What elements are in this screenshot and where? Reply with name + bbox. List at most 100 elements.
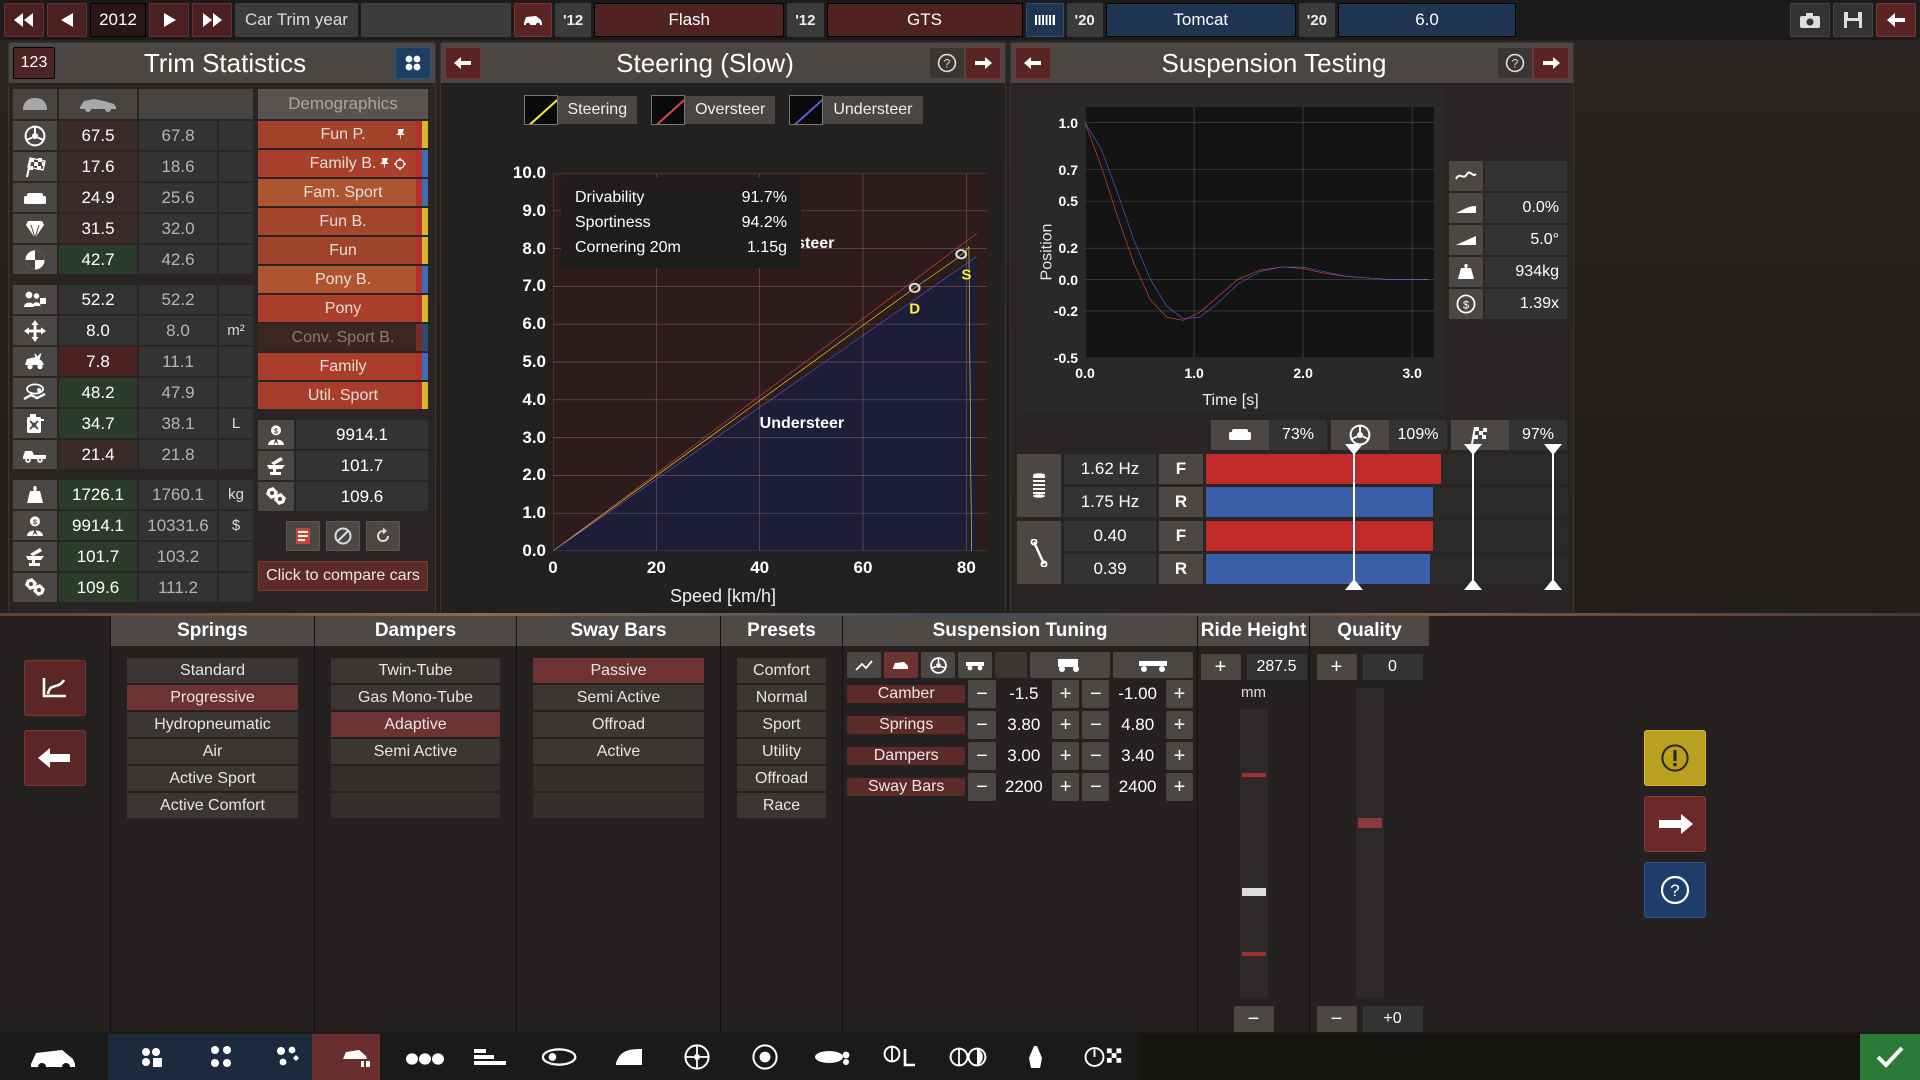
demographic-row[interactable]: Family — [258, 353, 428, 380]
stat-row[interactable]: 8.08.0m² — [13, 316, 253, 345]
tuning-front-plus[interactable]: + — [1052, 711, 1079, 739]
option-presets[interactable]: Sport — [737, 712, 826, 737]
camera-icon[interactable] — [1790, 3, 1830, 37]
stat-row[interactable]: 42.742.6 — [13, 245, 253, 274]
steering-forward-button[interactable] — [965, 47, 1001, 79]
trim-compare-icon[interactable] — [395, 47, 431, 79]
stat-row[interactable]: 1726.11760.1kg — [13, 480, 253, 509]
suspension-help-button[interactable]: ? — [1497, 47, 1533, 79]
option-springs[interactable]: Air — [127, 739, 298, 764]
pin-icon[interactable] — [379, 157, 390, 170]
ride-height-slider[interactable] — [1240, 709, 1268, 998]
quality-plus[interactable]: + — [1317, 654, 1357, 680]
demographic-row[interactable]: Fun P. — [258, 121, 428, 148]
pin-icon[interactable] — [395, 128, 406, 141]
demographic-row[interactable]: Fam. Sport — [258, 179, 428, 206]
back-nav-button[interactable] — [24, 730, 86, 786]
tuning-rear-minus[interactable]: − — [1082, 711, 1109, 739]
legend-item[interactable]: Steering — [524, 95, 638, 125]
taskbar-home-tab[interactable] — [0, 1034, 120, 1080]
option-presets[interactable]: Offroad — [737, 766, 826, 791]
demographic-row[interactable]: Family B. — [258, 150, 428, 177]
confirm-button[interactable] — [1860, 1034, 1920, 1080]
option-springs[interactable]: Active Comfort — [127, 793, 298, 818]
ride-height-minus[interactable]: − — [1234, 1006, 1274, 1032]
option-presets[interactable]: Utility — [737, 739, 826, 764]
tuning-rear-minus[interactable]: − — [1082, 680, 1109, 708]
tuning-front-minus[interactable]: − — [968, 742, 995, 770]
suspension-nav-icon[interactable] — [24, 660, 86, 716]
option-presets[interactable]: Normal — [737, 685, 826, 710]
engine-name-button[interactable]: Tomcat — [1106, 3, 1296, 37]
tuning-front-plus[interactable]: + — [1052, 773, 1079, 801]
demographic-row[interactable]: Conv. Sport B. — [258, 324, 428, 351]
year-value[interactable]: 2012 — [90, 3, 146, 37]
exit-icon[interactable] — [1876, 3, 1916, 37]
option-dampers[interactable]: Twin-Tube — [331, 658, 500, 683]
demographic-row[interactable]: Pony — [258, 295, 428, 322]
demographic-row[interactable]: Fun B. — [258, 208, 428, 235]
steering-help-button[interactable]: ? — [929, 47, 965, 79]
stat-row[interactable]: 52.252.2 — [13, 285, 253, 314]
trim-name-button[interactable]: GTS — [827, 3, 1023, 37]
first-year-button[interactable] — [4, 3, 44, 37]
forward-arrow-icon[interactable] — [1644, 796, 1706, 852]
suspension-back-button[interactable] — [1015, 47, 1051, 79]
quality-minus[interactable]: − — [1317, 1006, 1357, 1032]
stat-row[interactable]: 31.532.0 — [13, 214, 253, 243]
bar-track[interactable] — [1206, 487, 1567, 517]
next-year-button[interactable] — [149, 3, 189, 37]
car-icon[interactable] — [514, 3, 552, 37]
bar-track[interactable] — [1206, 454, 1567, 484]
option-swaybars[interactable]: Offroad — [533, 712, 704, 737]
no-entry-icon[interactable] — [326, 521, 360, 551]
option-dampers[interactable]: Gas Mono-Tube — [331, 685, 500, 710]
tuning-car-icon[interactable] — [884, 652, 918, 678]
option-swaybars[interactable]: Semi Active — [533, 685, 704, 710]
tuning-rear-minus[interactable]: − — [1082, 742, 1109, 770]
option-springs[interactable]: Standard — [127, 658, 298, 683]
last-year-button[interactable] — [192, 3, 232, 37]
bar-track[interactable] — [1206, 554, 1567, 584]
car-name-button[interactable]: Flash — [594, 3, 784, 37]
option-springs[interactable]: Hydropneumatic — [127, 712, 298, 737]
stat-row[interactable]: $9914.110331.6$ — [13, 511, 253, 540]
bar-track[interactable] — [1206, 521, 1567, 551]
option-presets[interactable]: Race — [737, 793, 826, 818]
taskbar-tab-results[interactable] — [1060, 1034, 1140, 1080]
compare-cars-button[interactable]: Click to compare cars — [258, 561, 428, 591]
tuning-front-axle-icon[interactable] — [1030, 652, 1110, 678]
save-icon[interactable] — [1833, 3, 1873, 37]
stat-row[interactable]: 109.6111.2 — [13, 573, 253, 602]
tuning-rear-minus[interactable]: − — [1082, 773, 1109, 801]
stat-row[interactable]: 17.618.6 — [13, 152, 253, 181]
stat-row[interactable]: 24.925.6 — [13, 183, 253, 212]
legend-item[interactable]: Oversteer — [651, 95, 775, 125]
demographic-row[interactable]: Pony B. — [258, 266, 428, 293]
legend-item[interactable]: Understeer — [789, 95, 922, 125]
warning-icon[interactable] — [1644, 730, 1706, 786]
stat-row[interactable]: 67.567.8 — [13, 121, 253, 150]
tuning-front-plus[interactable]: + — [1052, 680, 1079, 708]
variant-name-button[interactable]: 6.0 — [1338, 3, 1516, 37]
option-presets[interactable]: Comfort — [737, 658, 826, 683]
demographic-row[interactable]: Fun — [258, 237, 428, 264]
tuning-front-plus[interactable]: + — [1052, 742, 1079, 770]
option-swaybars[interactable]: Passive — [533, 658, 704, 683]
help-icon[interactable]: ? — [1644, 862, 1706, 918]
stat-row[interactable]: 34.738.1L — [13, 409, 253, 438]
tuning-front-minus[interactable]: − — [968, 773, 995, 801]
option-swaybars[interactable]: Active — [533, 739, 704, 764]
tuning-wheels-icon[interactable] — [958, 652, 992, 678]
suspension-forward-button[interactable] — [1533, 47, 1569, 79]
tuning-rear-plus[interactable]: + — [1166, 680, 1193, 708]
tuning-rear-plus[interactable]: + — [1166, 773, 1193, 801]
quality-slider[interactable] — [1356, 688, 1384, 998]
option-springs[interactable]: Progressive — [127, 685, 298, 710]
ride-height-plus[interactable]: + — [1201, 654, 1241, 680]
reset-icon[interactable] — [366, 521, 400, 551]
stat-row[interactable]: 101.7103.2 — [13, 542, 253, 571]
tuning-pen-icon[interactable] — [847, 652, 881, 678]
option-dampers[interactable]: Adaptive — [331, 712, 500, 737]
tuning-rear-plus[interactable]: + — [1166, 742, 1193, 770]
